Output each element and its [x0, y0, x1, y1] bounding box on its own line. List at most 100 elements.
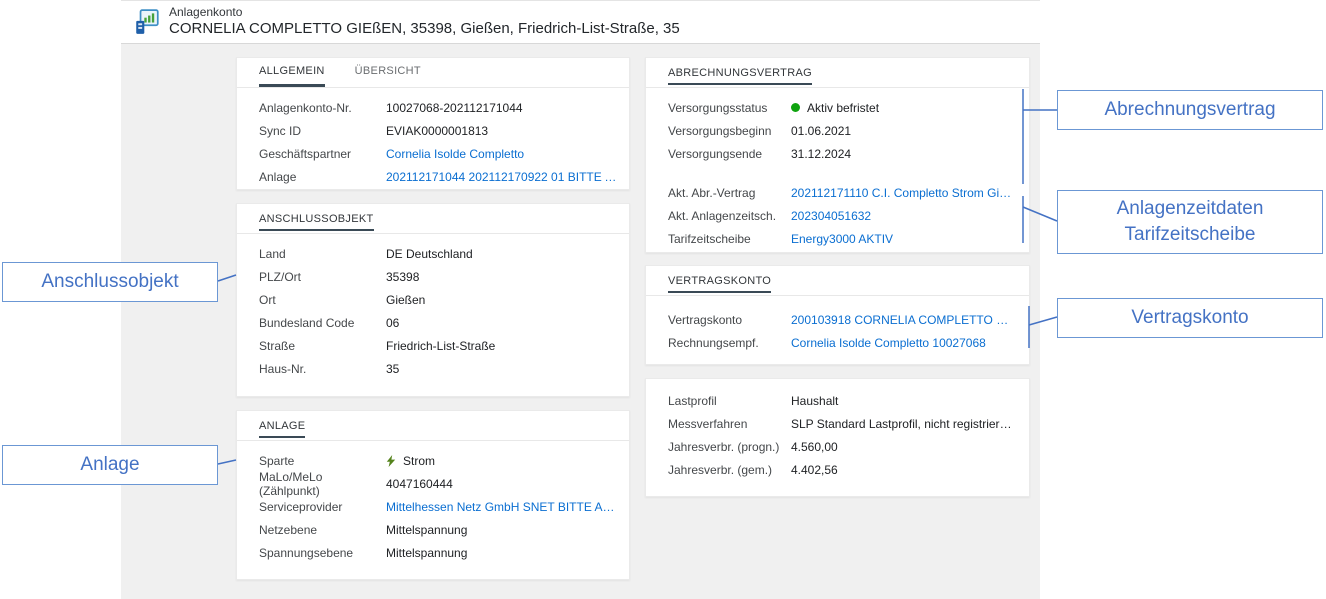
field-row: Bundesland Code 06: [259, 311, 617, 334]
field-value: 06: [386, 316, 617, 330]
field-row: Anlagenkonto-Nr. 10027068-202112171044: [259, 96, 617, 119]
field-row: Versorgungsende 31.12.2024: [668, 142, 1017, 165]
callout-text: Anlagenzeitdaten: [1117, 196, 1264, 222]
field-label: Straße: [259, 339, 386, 353]
anlage-link[interactable]: 202112171044 202112170922 01 BITTE AENDE…: [386, 170, 617, 184]
field-label: Serviceprovider: [259, 500, 386, 514]
field-row: PLZ/Ort 35398: [259, 265, 617, 288]
field-value: 4.560,00: [791, 440, 1017, 454]
field-label: Rechnungsempf.: [668, 336, 791, 350]
abrechnungsvertrag-card: ABRECHNUNGSVERTRAG Versorgungsstatus Akt…: [645, 57, 1030, 253]
callout-text: Tarifzeitscheibe: [1125, 222, 1256, 248]
field-value: Friedrich-List-Straße: [386, 339, 617, 353]
field-value: 35398: [386, 270, 617, 284]
field-label: Akt. Anlagenzeitsch.: [668, 209, 791, 223]
anlagenzeitscheibe-link[interactable]: 202304051632: [791, 209, 1017, 223]
field-row: Tarifzeitscheibe Energy3000 AKTIV: [668, 227, 1017, 250]
anlage-card: ANLAGE Sparte Strom MaLo/MeLo (Zählpunkt…: [236, 410, 630, 580]
field-row: Messverfahren SLP Standard Lastprofil, n…: [668, 412, 1017, 435]
verbrauch-card: Lastprofil Haushalt Messverfahren SLP St…: [645, 378, 1030, 497]
field-value: 4.402,56: [791, 463, 1017, 477]
field-row: Akt. Abr.-Vertrag 202112171110 C.I. Comp…: [668, 181, 1017, 204]
header-titles: Anlagenkonto CORNELIA COMPLETTO GIEßEN, …: [169, 5, 680, 39]
field-value: SLP Standard Lastprofil, nicht registrie…: [791, 417, 1017, 431]
field-list: Land DE Deutschland PLZ/Ort 35398 Ort Gi…: [237, 234, 629, 380]
field-row: Versorgungsbeginn 01.06.2021: [668, 119, 1017, 142]
tab-allgemein[interactable]: ALLGEMEIN: [259, 58, 325, 87]
field-row: Akt. Anlagenzeitsch. 202304051632: [668, 204, 1017, 227]
field-row: Haus-Nr. 35: [259, 357, 617, 380]
anlagenkonto-icon: [135, 8, 159, 36]
callout-text: Abrechnungsvertrag: [1104, 97, 1275, 123]
rechnungsempfaenger-link[interactable]: Cornelia Isolde Completto 10027068: [791, 336, 1017, 350]
vertragskonto-card: VERTRAGSKONTO Vertragskonto 200103918 CO…: [645, 265, 1030, 365]
field-row: Straße Friedrich-List-Straße: [259, 334, 617, 357]
field-value: Gießen: [386, 293, 617, 307]
field-row: Netzebene Mittelspannung: [259, 518, 617, 541]
callout-anschlussobjekt: Anschlussobjekt: [2, 262, 218, 302]
field-value: 10027068-202112171044: [386, 101, 617, 115]
card-header: ANSCHLUSSOBJEKT: [237, 204, 629, 234]
field-row: Versorgungsstatus Aktiv befristet: [668, 96, 1017, 119]
field-row: Anlage 202112171044 202112170922 01 BITT…: [259, 165, 617, 188]
electricity-lightning-icon: [386, 455, 396, 467]
callout-text: Vertragskonto: [1131, 305, 1248, 331]
geschaeftspartner-link[interactable]: Cornelia Isolde Completto: [386, 147, 617, 161]
status-text: Aktiv befristet: [807, 101, 879, 115]
field-row: Sync ID EVIAK0000001813: [259, 119, 617, 142]
card-header: ANLAGE: [237, 411, 629, 441]
field-label: Spannungsebene: [259, 546, 386, 560]
callout-text: Anschlussobjekt: [41, 269, 178, 295]
field-value: DE Deutschland: [386, 247, 617, 261]
field-value: Strom: [386, 454, 617, 468]
card-title: ANSCHLUSSOBJEKT: [259, 213, 374, 231]
field-row: Lastprofil Haushalt: [668, 389, 1017, 412]
field-label: Vertragskonto: [668, 313, 791, 327]
field-row: Spannungsebene Mittelspannung: [259, 541, 617, 564]
field-list: Anlagenkonto-Nr. 10027068-202112171044 S…: [237, 88, 629, 188]
field-label: Netzebene: [259, 523, 386, 537]
field-row: Serviceprovider Mittelhessen Netz GmbH S…: [259, 495, 617, 518]
field-value: Mittelspannung: [386, 546, 617, 560]
anschlussobjekt-card: ANSCHLUSSOBJEKT Land DE Deutschland PLZ/…: [236, 203, 630, 397]
field-value: Aktiv befristet: [791, 101, 1017, 115]
serviceprovider-link[interactable]: Mittelhessen Netz GmbH SNET BITTE AENDER…: [386, 500, 617, 514]
field-label: Geschäftspartner: [259, 147, 386, 161]
allgemein-card: ALLGEMEIN ÜBERSICHT Anlagenkonto-Nr. 100…: [236, 57, 630, 190]
field-list: Sparte Strom MaLo/MeLo (Zählpunkt) 40471…: [237, 441, 629, 564]
field-value: 35: [386, 362, 617, 376]
card-header: VERTRAGSKONTO: [646, 266, 1029, 296]
field-value: Mittelspannung: [386, 523, 617, 537]
field-label: Jahresverbr. (progn.): [668, 440, 791, 454]
field-label: Versorgungsende: [668, 147, 791, 161]
page: Anlagenkonto CORNELIA COMPLETTO GIEßEN, …: [0, 0, 1326, 599]
field-row: Jahresverbr. (gem.) 4.402,56: [668, 458, 1017, 481]
field-label: PLZ/Ort: [259, 270, 386, 284]
field-label: Akt. Abr.-Vertrag: [668, 186, 791, 200]
card-title: VERTRAGSKONTO: [668, 275, 771, 293]
field-value: Haushalt: [791, 394, 1017, 408]
callout-anlagenzeitdaten-tarifzeitscheibe: Anlagenzeitdaten Tarifzeitscheibe: [1057, 190, 1323, 254]
field-value: 01.06.2021: [791, 124, 1017, 138]
field-label: Land: [259, 247, 386, 261]
page-subtitle: CORNELIA COMPLETTO GIEßEN, 35398, Gießen…: [169, 20, 680, 39]
abrechnungsvertrag-link[interactable]: 202112171110 C.I. Completto Strom Gießen: [791, 186, 1017, 200]
field-label: Lastprofil: [668, 394, 791, 408]
callout-text: Anlage: [80, 452, 139, 478]
field-label: Sync ID: [259, 124, 386, 138]
tarifzeitscheibe-link[interactable]: Energy3000 AKTIV: [791, 232, 1017, 246]
tab-bar: ALLGEMEIN ÜBERSICHT: [237, 58, 629, 88]
field-label: Versorgungsstatus: [668, 101, 791, 115]
field-label: Anlage: [259, 170, 386, 184]
field-label: Haus-Nr.: [259, 362, 386, 376]
field-list: Vertragskonto 200103918 CORNELIA COMPLET…: [646, 296, 1029, 354]
callout-anlage: Anlage: [2, 445, 218, 485]
field-value: EVIAK0000001813: [386, 124, 617, 138]
card-header: ABRECHNUNGSVERTRAG: [646, 58, 1029, 88]
tab-uebersicht[interactable]: ÜBERSICHT: [355, 58, 421, 87]
field-list: Versorgungsstatus Aktiv befristet Versor…: [646, 88, 1029, 250]
field-label: Anlagenkonto-Nr.: [259, 101, 386, 115]
content-area: ALLGEMEIN ÜBERSICHT Anlagenkonto-Nr. 100…: [121, 44, 1040, 599]
vertragskonto-link[interactable]: 200103918 CORNELIA COMPLETTO GIEßEN: [791, 313, 1017, 327]
field-value: 31.12.2024: [791, 147, 1017, 161]
